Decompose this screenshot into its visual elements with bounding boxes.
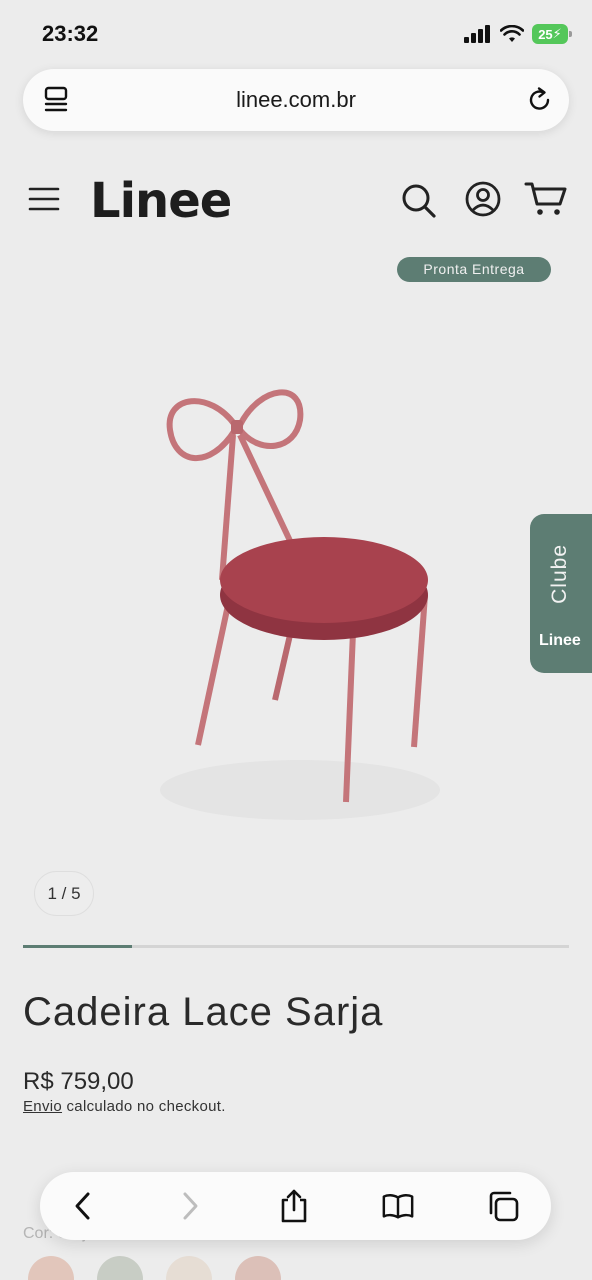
product-title: Cadeira Lace Sarja <box>23 990 384 1034</box>
url-text[interactable]: linee.com.br <box>23 87 569 113</box>
availability-badge: Pronta Entrega <box>397 257 551 282</box>
bookmarks-button[interactable] <box>381 1189 415 1223</box>
status-time: 23:32 <box>42 21 99 46</box>
search-icon[interactable] <box>400 182 438 220</box>
browser-toolbar <box>40 1172 551 1240</box>
back-icon <box>75 1192 90 1220</box>
site-header: Linee <box>0 165 592 237</box>
tabs-button[interactable] <box>486 1189 520 1223</box>
signal-icon <box>464 25 490 43</box>
shipping-note: Envio calculado no checkout. <box>23 1098 226 1115</box>
cart-icon[interactable] <box>524 180 568 218</box>
site-logo[interactable]: Linee <box>90 173 232 229</box>
product-image[interactable] <box>140 370 460 840</box>
club-label[interactable]: Clube <box>548 544 572 604</box>
tabs-icon <box>489 1191 519 1222</box>
wifi-icon <box>500 25 524 42</box>
color-swatch[interactable] <box>235 1256 281 1280</box>
status-bar: 23:32 25 ⚡ <box>0 0 592 66</box>
charging-icon: ⚡ <box>552 26 562 41</box>
share-icon <box>281 1189 307 1223</box>
product-price: R$ 759,00 <box>23 1068 134 1095</box>
color-swatch[interactable] <box>97 1256 143 1280</box>
gallery-progress-fill <box>23 945 133 948</box>
share-button[interactable] <box>277 1189 311 1223</box>
color-swatch[interactable] <box>28 1256 74 1280</box>
shipping-link[interactable]: Envio <box>23 1098 62 1115</box>
forward-icon <box>183 1192 198 1220</box>
forward-button[interactable] <box>173 1189 207 1223</box>
status-icons: 25 ⚡ <box>464 24 572 44</box>
reload-icon[interactable] <box>525 85 555 115</box>
color-swatch[interactable] <box>166 1256 212 1280</box>
club-side-tab[interactable]: Clube Linee <box>530 514 592 673</box>
bookmarks-icon <box>382 1194 414 1219</box>
back-button[interactable] <box>66 1189 100 1223</box>
club-logo[interactable]: Linee <box>539 632 581 650</box>
gallery-progress-track[interactable] <box>23 945 569 948</box>
user-icon[interactable] <box>464 180 502 218</box>
image-counter: 1 / 5 <box>34 871 94 916</box>
address-bar[interactable]: linee.com.br <box>23 69 569 131</box>
battery-level: 25 <box>538 26 553 42</box>
hamburger-icon[interactable] <box>28 186 60 212</box>
shipping-text: calculado no checkout. <box>62 1098 226 1115</box>
battery-indicator: 25 ⚡ <box>532 24 572 44</box>
